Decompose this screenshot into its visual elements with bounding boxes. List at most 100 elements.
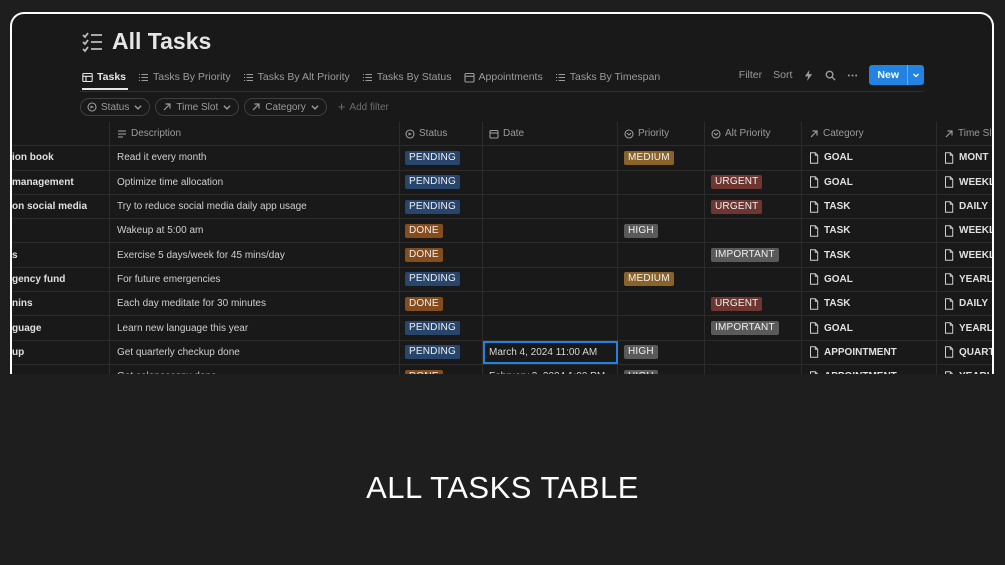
table-row[interactable]: Wakeup at 5:00 am DONE HIGH TASK WEEKL <box>12 219 992 244</box>
cell-priority[interactable]: HIGH <box>618 364 705 374</box>
cell-status[interactable]: PENDING <box>400 340 483 364</box>
filter-chip-1[interactable]: Time Slot <box>155 98 240 116</box>
cell-alt-priority[interactable] <box>705 364 802 374</box>
cell-description[interactable]: Wakeup at 5:00 am <box>110 219 400 243</box>
cell-date[interactable] <box>483 267 618 292</box>
cell-status[interactable]: PENDING <box>400 146 483 170</box>
filter-chip-0[interactable]: Status <box>80 98 151 116</box>
cell-priority[interactable]: MEDIUM <box>618 267 705 292</box>
column-header-name[interactable] <box>12 122 110 146</box>
table-row[interactable]: gency fund For future emergencies PENDING M… <box>12 267 992 293</box>
cell-status[interactable]: DONE <box>400 243 483 267</box>
column-header-priority[interactable]: Priority <box>618 122 705 146</box>
cell-name[interactable]: management <box>12 170 110 194</box>
cell-status[interactable]: DONE <box>400 364 483 374</box>
column-header-status[interactable]: Status <box>400 122 483 146</box>
cell-alt-priority[interactable]: IMPORTANT <box>705 316 802 340</box>
new-button[interactable]: New <box>869 65 907 85</box>
cell-category[interactable]: GOAL <box>802 316 937 340</box>
cell-alt-priority[interactable] <box>705 267 802 292</box>
view-tab-5[interactable]: Tasks By Timespan <box>555 71 660 83</box>
cell-alt-priority[interactable]: IMPORTANT <box>705 243 802 267</box>
cell-time-slot[interactable]: YEARLY <box>937 365 992 374</box>
cell-category[interactable]: GOAL <box>802 267 937 292</box>
view-tab-0[interactable]: Tasks <box>82 71 126 83</box>
cell-category[interactable]: TASK <box>802 243 937 267</box>
cell-category[interactable]: TASK <box>802 219 937 243</box>
cell-description[interactable]: Optimize time allocation <box>110 170 400 194</box>
cell-status[interactable]: PENDING <box>400 170 483 194</box>
view-tab-4[interactable]: Appointments <box>463 71 543 83</box>
table-row[interactable]: nins Each day meditate for 30 minutes DONE… <box>12 292 992 317</box>
column-header-time-slot[interactable]: Time Sl <box>937 122 992 145</box>
cell-name[interactable]: s <box>12 243 110 267</box>
cell-priority[interactable] <box>618 194 705 219</box>
cell-priority[interactable]: HIGH <box>618 340 705 364</box>
cell-category[interactable]: APPOINTMENT <box>802 364 937 374</box>
cell-priority[interactable]: HIGH <box>618 219 705 243</box>
cell-name[interactable] <box>12 219 110 243</box>
cell-status[interactable]: DONE <box>400 219 483 243</box>
cell-name[interactable]: on social media <box>12 194 110 219</box>
cell-category[interactable]: GOAL <box>802 170 937 194</box>
cell-time-slot[interactable]: WEEKL <box>937 243 992 266</box>
cell-priority[interactable] <box>618 170 705 194</box>
cell-alt-priority[interactable]: URGENT <box>705 194 802 219</box>
cell-category[interactable]: TASK <box>802 194 937 219</box>
cell-time-slot[interactable]: QUART <box>937 341 992 364</box>
filter-button[interactable]: Filter <box>739 69 762 81</box>
table-row[interactable]: ion book Read it every month PENDING MEDIUM… <box>12 146 992 171</box>
cell-category[interactable]: GOAL <box>802 146 937 170</box>
cell-time-slot[interactable]: WEEKL <box>937 219 992 242</box>
cell-date[interactable] <box>483 292 618 316</box>
cell-alt-priority[interactable] <box>705 340 802 364</box>
cell-description[interactable]: Exercise 5 days/week for 45 mins/day <box>110 243 400 267</box>
cell-status[interactable]: PENDING <box>400 194 483 219</box>
cell-status[interactable]: PENDING <box>400 267 483 292</box>
filter-chip-2[interactable]: Category <box>244 98 327 116</box>
cell-priority[interactable] <box>618 316 705 340</box>
new-dropdown-button[interactable] <box>907 65 924 85</box>
cell-description[interactable]: Each day meditate for 30 minutes <box>110 292 400 316</box>
cell-date[interactable] <box>483 243 618 267</box>
cell-date[interactable]: March 4, 2024 11:00 AM <box>483 340 618 364</box>
sort-button[interactable]: Sort <box>773 69 792 81</box>
cell-description[interactable]: Learn new language this year <box>110 316 400 340</box>
cell-status[interactable]: PENDING <box>400 316 483 340</box>
cell-alt-priority[interactable] <box>705 146 802 170</box>
cell-priority[interactable]: MEDIUM <box>618 146 705 170</box>
cell-name[interactable]: nins <box>12 292 110 316</box>
cell-date[interactable]: February 3, 2024 1:00 PM <box>483 364 618 374</box>
cell-name[interactable]: guage <box>12 316 110 340</box>
cell-time-slot[interactable]: DAILY <box>937 292 992 315</box>
view-tab-3[interactable]: Tasks By Status <box>362 71 452 83</box>
table-row[interactable]: guage Learn new language this year PENDING… <box>12 316 992 341</box>
view-tab-2[interactable]: Tasks By Alt Priority <box>243 71 350 83</box>
cell-priority[interactable] <box>618 292 705 316</box>
search-button[interactable] <box>825 70 836 81</box>
cell-time-slot[interactable]: MONT <box>937 146 992 169</box>
automation-button[interactable] <box>803 69 814 81</box>
cell-alt-priority[interactable]: URGENT <box>705 170 802 194</box>
cell-description[interactable]: Try to reduce social media daily app usa… <box>110 194 400 219</box>
cell-description[interactable]: For future emergencies <box>110 267 400 292</box>
cell-name[interactable] <box>12 364 110 374</box>
cell-time-slot[interactable]: YEARLY <box>937 316 992 339</box>
cell-time-slot[interactable]: YEARLY <box>937 268 992 291</box>
cell-name[interactable]: gency fund <box>12 267 110 292</box>
cell-alt-priority[interactable] <box>705 219 802 243</box>
table-row[interactable]: Get colonoscopy done DONE February 3, 2024… <box>12 364 992 374</box>
column-header-category[interactable]: Category <box>802 122 937 146</box>
cell-category[interactable]: APPOINTMENT <box>802 340 937 364</box>
cell-time-slot[interactable]: DAILY <box>937 195 992 218</box>
table-row[interactable]: management Optimize time allocation PENDIN… <box>12 170 992 195</box>
column-header-alt-priority[interactable]: Alt Priority <box>705 122 802 146</box>
cell-alt-priority[interactable]: URGENT <box>705 292 802 316</box>
table-row[interactable]: up Get quarterly checkup done PENDING March… <box>12 340 992 365</box>
table-row[interactable]: s Exercise 5 days/week for 45 mins/day DON… <box>12 243 992 268</box>
cell-description[interactable]: Get colonoscopy done <box>110 364 400 374</box>
cell-date[interactable] <box>483 219 618 243</box>
view-tab-1[interactable]: Tasks By Priority <box>138 71 231 83</box>
cell-name[interactable]: up <box>12 340 110 364</box>
cell-date[interactable] <box>483 316 618 340</box>
